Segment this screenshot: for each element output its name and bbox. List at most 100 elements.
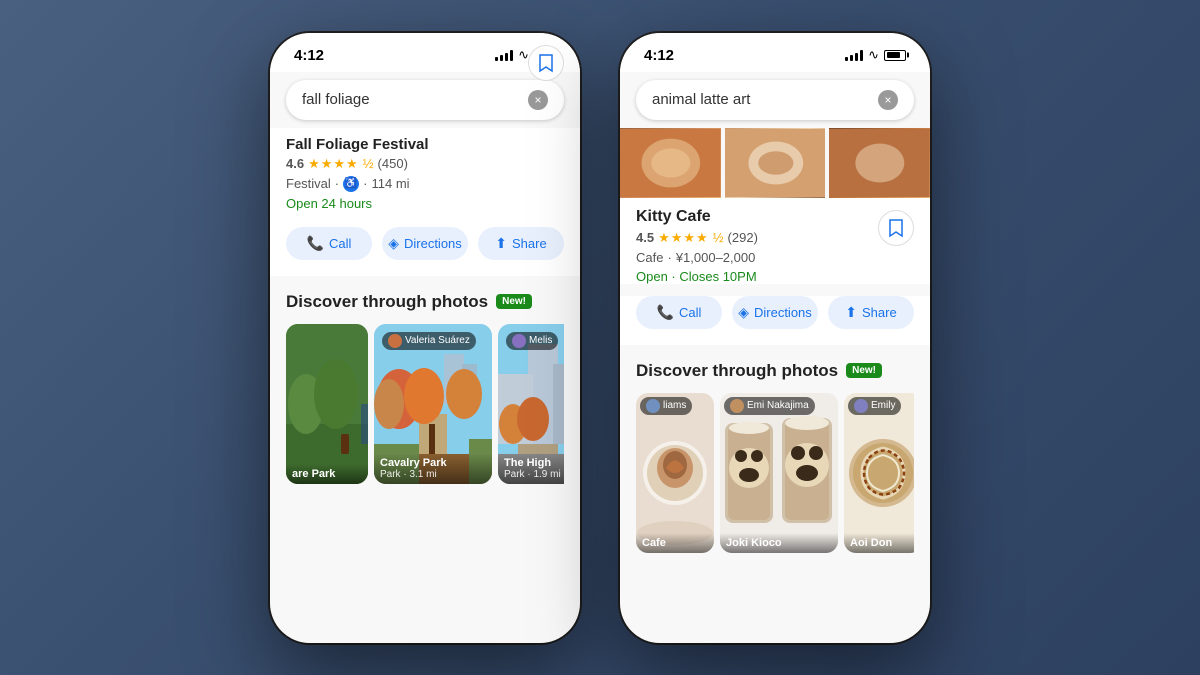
call-icon-right: 📞 — [657, 304, 674, 321]
search-clear-left[interactable]: × — [528, 90, 548, 110]
top-images-row — [620, 128, 930, 198]
search-query-right[interactable]: animal latte art — [652, 91, 878, 108]
share-icon-right: ⬆ — [845, 304, 857, 321]
directions-icon-left: ◈ — [388, 235, 399, 252]
signal-icon — [495, 49, 513, 61]
user-tag-right-2: Emi Nakajima — [724, 397, 815, 415]
call-icon-left: 📞 — [307, 235, 324, 252]
rating-row-left: 4.6 ★★★★½ (450) — [286, 156, 429, 172]
bookmark-icon-left — [538, 53, 554, 73]
search-query-left[interactable]: fall foliage — [302, 91, 528, 108]
park-svg — [286, 324, 368, 484]
new-badge-right: New! — [846, 363, 882, 378]
photo-image-right-1 — [636, 393, 714, 553]
directions-button-left[interactable]: ◈ Directions — [382, 227, 468, 260]
battery-icon-right — [884, 50, 906, 61]
open-status-right: Open · Closes 10PM — [636, 269, 914, 284]
discover-section-left: Discover through photos New! — [270, 276, 580, 492]
call-label-left: Call — [329, 236, 351, 251]
search-bar-right[interactable]: animal latte art × — [636, 80, 914, 120]
rating-row-right: 4.5 ★★★★½ (292) — [636, 230, 914, 246]
top-partial-name: Fall Foliage Festival 4.6 ★★★★½ (450) Fe… — [286, 136, 429, 223]
user-name-left-3: Melis — [529, 335, 552, 346]
kitty-cafe-card: Kitty Cafe 4.5 ★★★★½ (292) Cafe · ¥1,000… — [620, 198, 930, 284]
new-badge-left: New! — [496, 294, 532, 309]
photo-card-right-3[interactable]: Emily Aoi Don — [844, 393, 914, 553]
photo-card-right-1[interactable]: liams Cafe — [636, 393, 714, 553]
photo-card-left-1[interactable]: are Park — [286, 324, 368, 484]
photo-card-left-2[interactable]: Valeria Suárez Cavalry Park Park · 3.1 m… — [374, 324, 492, 484]
call-button-left[interactable]: 📞 Call — [286, 227, 372, 260]
left-phone: 4:12 ∿ fall foliage × — [270, 33, 580, 643]
photo-grid-left: are Park — [286, 324, 564, 484]
kitty-cafe-info: Kitty Cafe 4.5 ★★★★½ (292) Cafe · ¥1,000… — [620, 198, 930, 284]
user-name-right-2: Emi Nakajima — [747, 400, 809, 411]
search-bar-left[interactable]: fall foliage × — [286, 80, 564, 120]
bookmark-icon-right — [888, 218, 904, 238]
call-label-right: Call — [679, 305, 701, 320]
user-name-right-1: liams — [663, 400, 686, 411]
details-row-left: Festival · ♿ · 114 mi — [286, 176, 429, 192]
photo-caption-right-3: Aoi Don — [844, 533, 914, 553]
action-buttons-right: 📞 Call ◈ Directions ⬆ Share — [620, 296, 930, 345]
photo-caption-left-1: are Park — [286, 464, 368, 484]
user-avatar-left-2 — [388, 334, 402, 348]
open-status-left: Open 24 hours — [286, 196, 429, 211]
photo-caption-right-1: Cafe — [636, 533, 714, 553]
rating-number-left: 4.6 — [286, 156, 304, 171]
details-row-right: Cafe · ¥1,000–2,000 — [636, 250, 914, 265]
top-partial-card: Fall Foliage Festival 4.6 ★★★★½ (450) Fe… — [270, 128, 580, 227]
place-name-right: Kitty Cafe — [636, 208, 914, 226]
discover-title-right: Discover through photos — [636, 361, 838, 381]
photo-card-right-2[interactable]: Emi Nakajima Joki Kioco — [720, 393, 838, 553]
directions-label-left: Directions — [404, 236, 462, 251]
user-name-right-3: Emily — [871, 400, 895, 411]
photo-caption-left-2: Cavalry Park Park · 3.1 mi — [374, 453, 492, 484]
rating-count-right: (292) — [728, 230, 758, 245]
photo-grid-right: liams Cafe — [636, 393, 914, 553]
directions-icon-right: ◈ — [738, 304, 749, 321]
share-label-left: Share — [512, 236, 547, 251]
share-button-right[interactable]: ⬆ Share — [828, 296, 914, 329]
top-image-2 — [725, 128, 826, 198]
signal-icon-right — [845, 49, 863, 61]
wifi-icon-right: ∿ — [868, 47, 879, 63]
category-left: Festival — [286, 176, 331, 191]
dot-sep2: · — [363, 176, 367, 191]
discover-section-right: Discover through photos New! — [620, 345, 930, 561]
share-label-right: Share — [862, 305, 897, 320]
photo-image-left-1 — [286, 324, 368, 484]
photo-image-right-2 — [720, 393, 838, 553]
user-avatar-right-1 — [646, 399, 660, 413]
directions-label-right: Directions — [754, 305, 812, 320]
photo-caption-left-3: The High Park · 1.9 mi — [498, 453, 564, 484]
top-image-3 — [829, 128, 930, 198]
partial-place-name: Fall Foliage Festival — [286, 136, 429, 153]
call-button-right[interactable]: 📞 Call — [636, 296, 722, 329]
photo-image-right-3 — [844, 393, 914, 553]
status-bar-right: 4:12 ∿ — [620, 33, 930, 72]
discover-title-left: Discover through photos — [286, 292, 488, 312]
user-tag-left-3: Melis — [506, 332, 558, 350]
directions-button-right[interactable]: ◈ Directions — [732, 296, 818, 329]
user-tag-right-3: Emily — [848, 397, 901, 415]
right-phone: 4:12 ∿ animal latte art × — [620, 33, 930, 643]
user-avatar-right-3 — [854, 399, 868, 413]
distance-left: 114 mi — [371, 176, 409, 191]
photo-caption-right-2: Joki Kioco — [720, 533, 838, 553]
rating-number-right: 4.5 — [636, 230, 654, 245]
status-time-left: 4:12 — [294, 47, 324, 64]
search-clear-right[interactable]: × — [878, 90, 898, 110]
user-avatar-right-2 — [730, 399, 744, 413]
share-icon-left: ⬆ — [495, 235, 507, 252]
discover-header-right: Discover through photos New! — [636, 361, 914, 381]
share-button-left[interactable]: ⬆ Share — [478, 227, 564, 260]
user-tag-left-2: Valeria Suárez — [382, 332, 476, 350]
status-time-right: 4:12 — [644, 47, 674, 64]
photo-card-left-3[interactable]: Melis The High Park · 1.9 mi — [498, 324, 564, 484]
bookmark-button-left[interactable] — [528, 45, 564, 81]
action-buttons-left: 📞 Call ◈ Directions ⬆ Share — [270, 227, 580, 276]
bookmark-button-right[interactable] — [878, 210, 914, 246]
user-name-left-2: Valeria Suárez — [405, 335, 470, 346]
accessible-icon: ♿ — [343, 176, 359, 192]
